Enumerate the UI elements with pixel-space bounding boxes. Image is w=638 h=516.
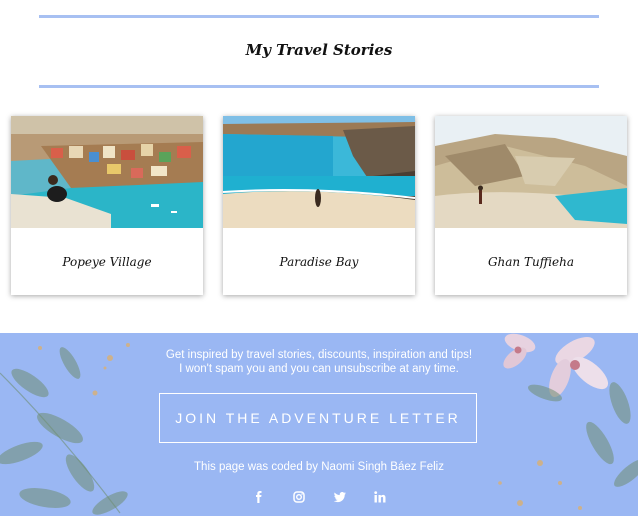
story-card-paradise-bay[interactable]: Paradise Bay (223, 116, 415, 295)
credit-text: This page was coded by Naomi Singh Báez … (194, 461, 444, 473)
story-caption[interactable]: Popeye Village (11, 255, 203, 269)
story-card-ghan-tuffieha[interactable]: Ghan Tuffieha (435, 116, 627, 295)
top-divider (39, 15, 599, 18)
story-card-popeye-village[interactable]: Popeye Village (11, 116, 203, 295)
story-caption[interactable]: Paradise Bay (223, 255, 415, 269)
story-photo[interactable] (11, 116, 203, 228)
join-newsletter-button[interactable]: JOIN THE ADVENTURE LETTER (159, 393, 477, 443)
instagram-icon[interactable] (292, 490, 306, 504)
story-photo[interactable] (223, 116, 415, 228)
story-caption[interactable]: Ghan Tuffieha (435, 255, 627, 269)
story-photo[interactable] (435, 116, 627, 228)
bottom-divider (39, 85, 599, 88)
newsletter-footer: Get inspired by travel stories, discount… (0, 333, 638, 516)
section-title: My Travel Stories (245, 41, 393, 59)
linkedin-icon[interactable] (373, 490, 387, 504)
facebook-icon[interactable] (252, 490, 266, 504)
newsletter-disclaimer: I won't spam you and you can unsubscribe… (179, 363, 459, 375)
newsletter-tagline: Get inspired by travel stories, discount… (165, 349, 473, 361)
twitter-icon[interactable] (333, 490, 347, 504)
